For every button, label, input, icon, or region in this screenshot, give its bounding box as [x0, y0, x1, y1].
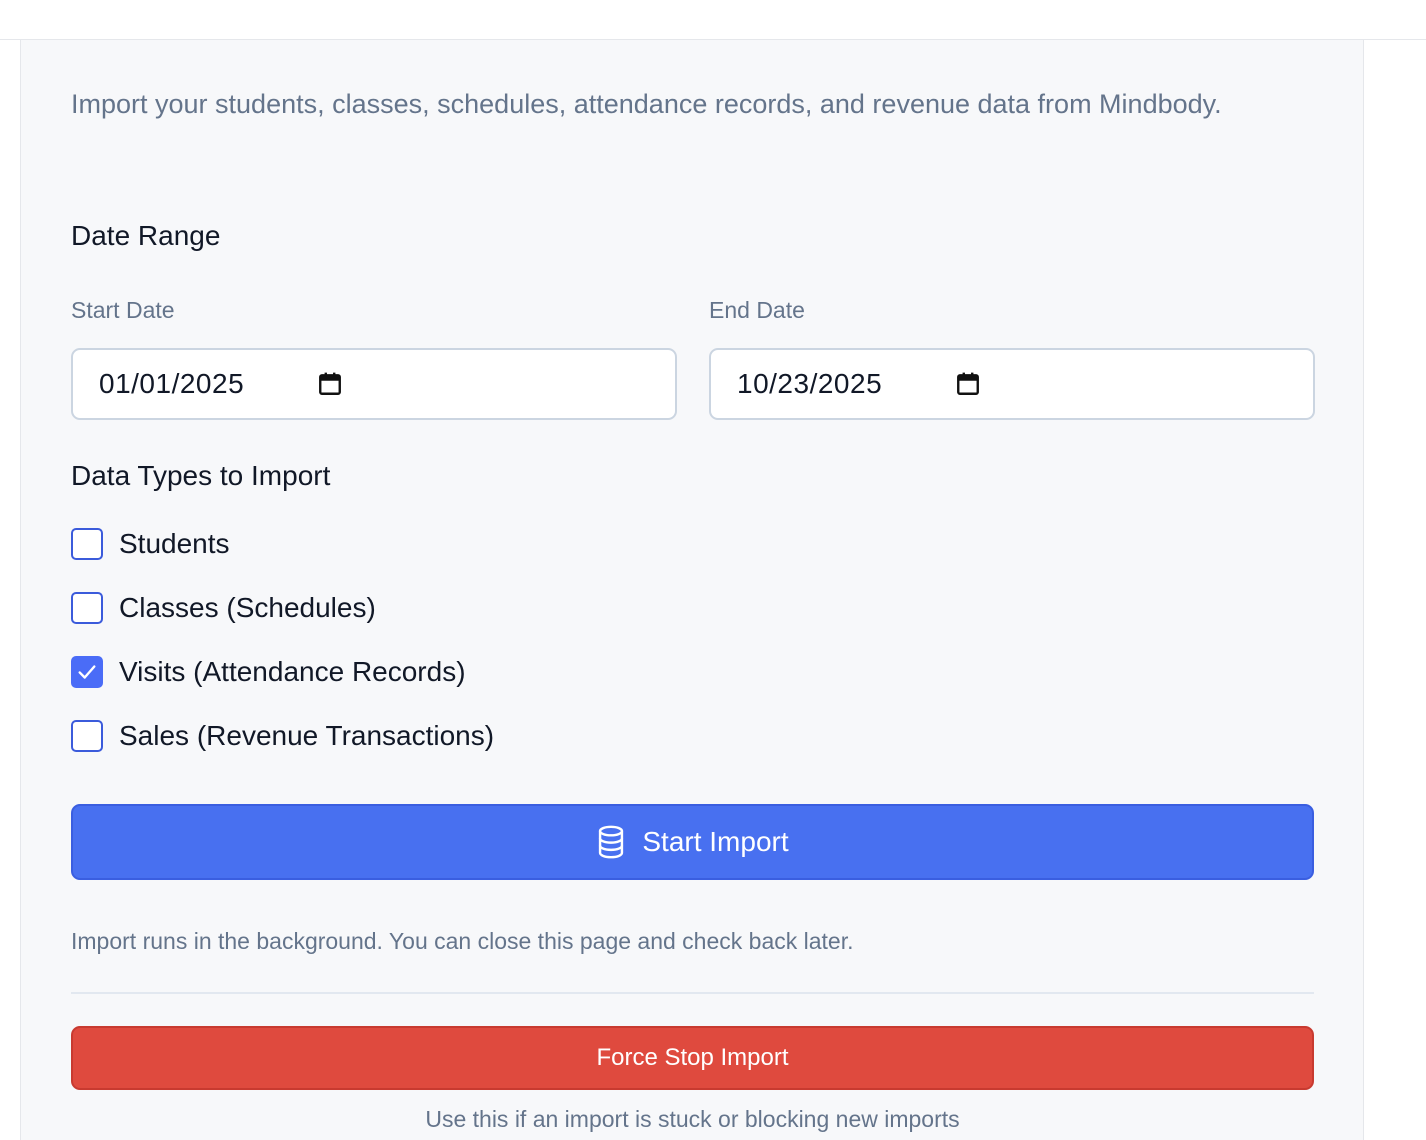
checkmark-icon: [78, 665, 96, 679]
checkbox-students[interactable]: Students: [71, 524, 230, 564]
checkbox-visits[interactable]: Visits (Attendance Records): [71, 652, 466, 692]
checkbox-label: Visits (Attendance Records): [119, 656, 466, 687]
checkbox-label: Students: [119, 528, 230, 559]
intro-text: Import your students, classes, schedules…: [71, 89, 1222, 119]
data-types-title: Data Types to Import: [71, 460, 331, 491]
force-stop-button[interactable]: Force Stop Import: [71, 1026, 1314, 1090]
import-panel: Import your students, classes, schedules…: [20, 40, 1364, 1140]
start-import-label: Start Import: [642, 826, 789, 857]
end-date-label: End Date: [709, 297, 805, 323]
checkbox-sales[interactable]: Sales (Revenue Transactions): [71, 716, 494, 756]
calendar-icon[interactable]: [317, 371, 343, 397]
checkbox[interactable]: [71, 592, 103, 624]
calendar-icon[interactable]: [955, 371, 981, 397]
start-date-value: 01/01/2025: [99, 368, 245, 399]
background-hint: Import runs in the background. You can c…: [71, 928, 854, 954]
divider: [71, 992, 1314, 994]
database-icon: [599, 825, 624, 859]
start-date-label: Start Date: [71, 297, 175, 323]
date-range-title: Date Range: [71, 220, 221, 251]
top-bar: [0, 0, 1426, 40]
checkbox-label: Sales (Revenue Transactions): [119, 720, 495, 751]
checkbox[interactable]: [71, 720, 103, 752]
end-date-input[interactable]: 10/23/2025: [709, 348, 1315, 420]
force-stop-note: Use this if an import is stuck or blocki…: [425, 1106, 960, 1132]
end-date-value: 10/23/2025: [737, 368, 883, 399]
checkbox[interactable]: [71, 656, 103, 688]
start-import-button[interactable]: Start Import: [71, 804, 1314, 880]
checkbox[interactable]: [71, 528, 103, 560]
force-stop-label: Force Stop Import: [596, 1044, 789, 1071]
start-date-input[interactable]: 01/01/2025: [71, 348, 677, 420]
checkbox-label: Classes (Schedules): [119, 592, 376, 623]
checkbox-classes[interactable]: Classes (Schedules): [71, 588, 376, 628]
